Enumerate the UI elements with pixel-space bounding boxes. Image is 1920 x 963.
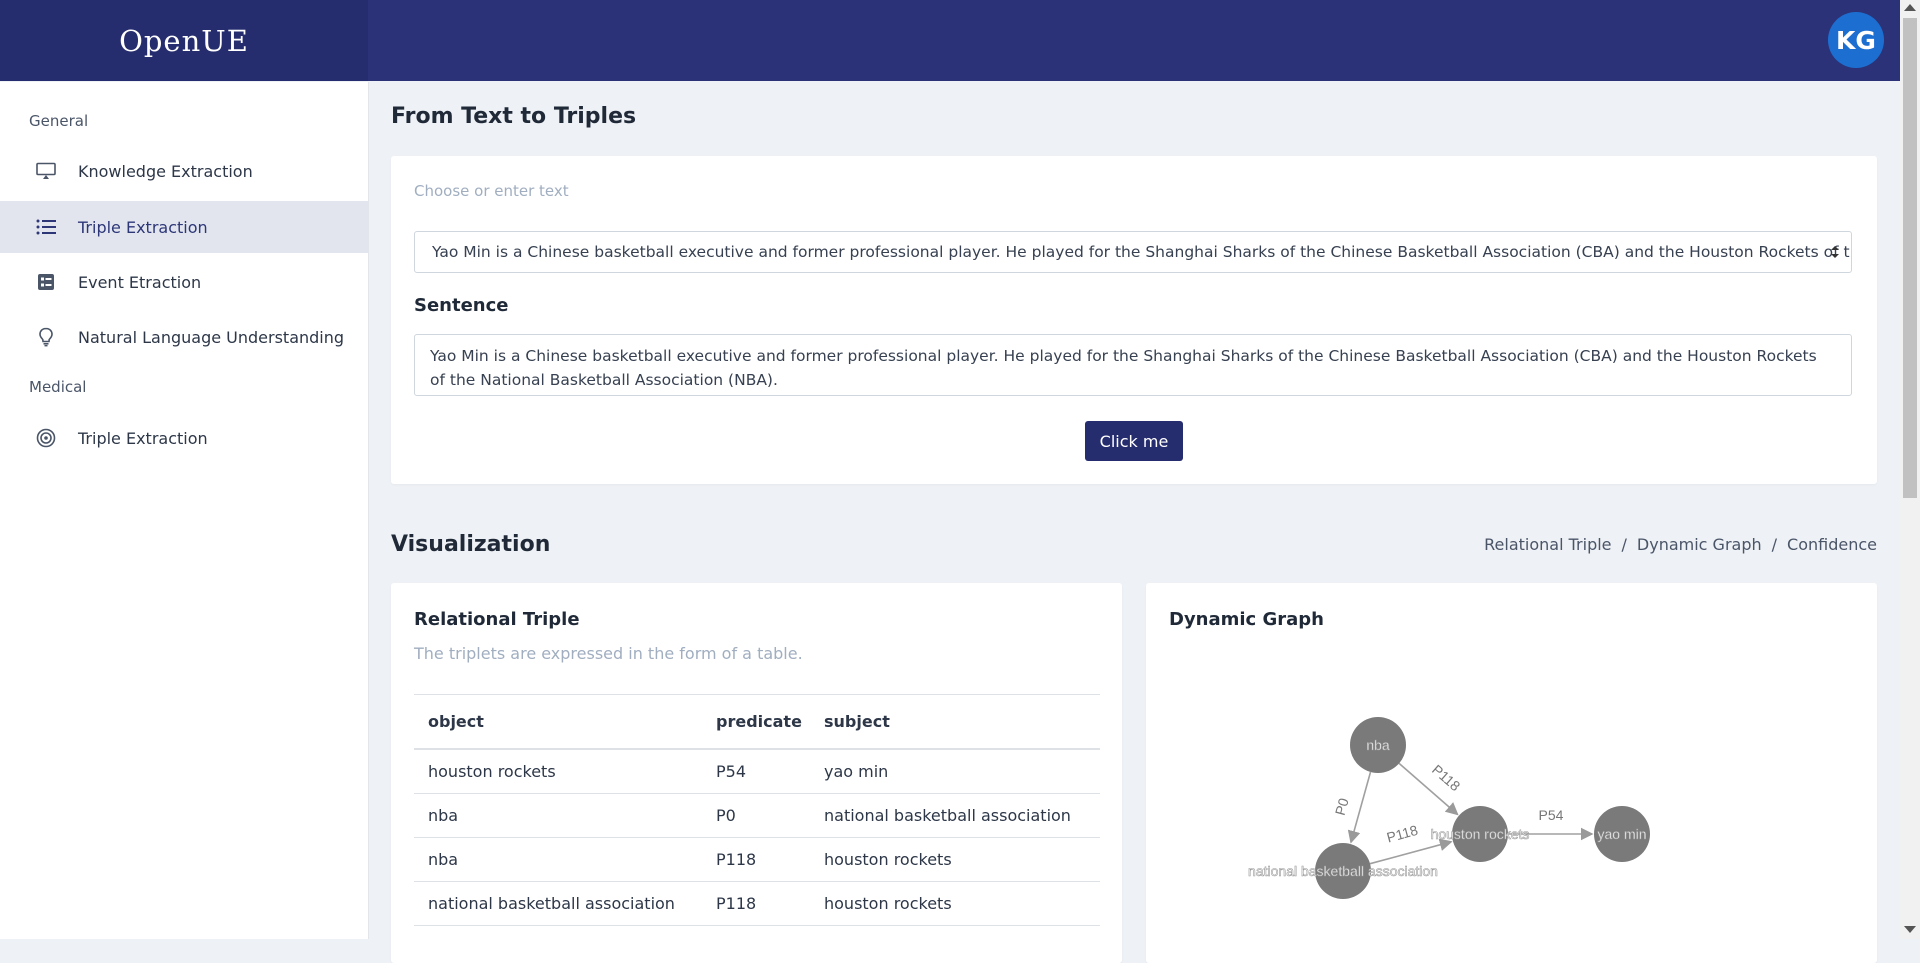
column-header-predicate[interactable]: predicate xyxy=(702,694,810,750)
app-logo[interactable]: OpenUE xyxy=(0,0,368,81)
breadcrumb-separator: / xyxy=(1621,535,1627,554)
page-title: From Text to Triples xyxy=(391,104,637,129)
sentence-textarea[interactable]: Yao Min is a Chinese basketball executiv… xyxy=(414,334,1852,396)
column-header-subject[interactable]: subject xyxy=(810,694,1100,750)
cell-subject: national basketball association xyxy=(810,793,1100,838)
table-row: houston rockets P54 yao min xyxy=(414,749,1100,794)
cell-object: national basketball association xyxy=(414,881,702,926)
list-icon xyxy=(36,217,56,237)
cell-predicate: P118 xyxy=(702,837,810,882)
monitor-icon xyxy=(36,161,56,181)
graph-node-label: houston rockets xyxy=(1431,826,1530,842)
cell-object: nba xyxy=(414,793,702,838)
sidebar-item-label: Knowledge Extraction xyxy=(78,161,253,181)
sidebar-item-medical-triple-extraction[interactable]: Triple Extraction xyxy=(0,412,368,464)
breadcrumb-relational-triple[interactable]: Relational Triple xyxy=(1484,535,1611,554)
column-header-object[interactable]: object xyxy=(414,694,702,750)
cell-subject: yao min xyxy=(810,749,1100,794)
sidebar-item-label: Triple Extraction xyxy=(78,428,208,448)
select-arrows-icon xyxy=(1831,246,1839,258)
cell-predicate: P54 xyxy=(702,749,810,794)
dynamic-graph-title: Dynamic Graph xyxy=(1169,609,1324,630)
cell-object: houston rockets xyxy=(414,749,702,794)
sidebar-item-label: Event Etraction xyxy=(78,272,202,292)
cell-subject: houston rockets xyxy=(810,881,1100,926)
dynamic-graph-canvas[interactable]: P0 P118 P118 P54 nba national basketball ass… xyxy=(1145,660,1875,939)
table-header-row: object predicate subject xyxy=(414,694,1100,750)
cell-subject: houston rockets xyxy=(810,837,1100,882)
relational-triple-title: Relational Triple xyxy=(414,609,580,630)
sidebar-section-general: General xyxy=(29,112,89,130)
breadcrumb-confidence[interactable]: Confidence xyxy=(1787,535,1877,554)
graph-node-label: yao min xyxy=(1597,826,1646,842)
graph-edge xyxy=(1347,771,1372,844)
cell-predicate: P118 xyxy=(702,881,810,926)
scrollbar-thumb[interactable] xyxy=(1903,18,1917,498)
table-row: national basketball association P118 hou… xyxy=(414,881,1100,926)
visualization-title: Visualization xyxy=(391,532,551,557)
scroll-up-arrow-icon[interactable] xyxy=(1904,4,1916,11)
sidebar-item-triple-extraction[interactable]: Triple Extraction xyxy=(0,201,368,253)
table-row: nba P0 national basketball association xyxy=(414,793,1100,838)
cell-object: nba xyxy=(414,837,702,882)
text-select[interactable]: Yao Min is a Chinese basketball executiv… xyxy=(414,231,1852,273)
sidebar-item-nlu[interactable]: Natural Language Understanding xyxy=(0,311,368,363)
lightbulb-icon xyxy=(36,327,56,347)
sidebar-section-medical: Medical xyxy=(29,378,87,396)
graph-edge-label: P0 xyxy=(1332,796,1352,817)
breadcrumb-dynamic-graph[interactable]: Dynamic Graph xyxy=(1637,535,1762,554)
user-avatar[interactable]: KG xyxy=(1828,12,1884,68)
target-icon xyxy=(36,428,56,448)
relational-triple-subtitle: The triplets are expressed in the form o… xyxy=(414,644,803,663)
table-row: nba P118 houston rockets xyxy=(414,837,1100,882)
sidebar-item-event-extraction[interactable]: Event Etraction xyxy=(0,256,368,308)
breadcrumb-separator: / xyxy=(1771,535,1778,554)
checklist-icon xyxy=(36,272,56,292)
scroll-down-arrow-icon[interactable] xyxy=(1904,926,1916,933)
graph-edge-label: P118 xyxy=(1385,822,1420,846)
graph-edge-label: P118 xyxy=(1429,761,1464,794)
sentence-label: Sentence xyxy=(414,295,509,316)
cell-predicate: P0 xyxy=(702,793,810,838)
sidebar-item-label: Triple Extraction xyxy=(78,217,208,237)
sidebar-item-knowledge-extraction[interactable]: Knowledge Extraction xyxy=(0,145,368,197)
graph-edge-label: P54 xyxy=(1539,807,1564,823)
submit-button[interactable]: Click me xyxy=(1085,421,1183,461)
graph-node-label: national basketball association xyxy=(1248,863,1438,879)
breadcrumb: Relational Triple / Dynamic Graph / Conf… xyxy=(1484,535,1877,554)
sidebar-item-label: Natural Language Understanding xyxy=(78,327,345,347)
graph-node-label: nba xyxy=(1366,737,1390,753)
choose-text-label: Choose or enter text xyxy=(414,182,569,200)
graph-edge xyxy=(1369,838,1453,865)
triples-table: object predicate subject houston rockets… xyxy=(414,694,1100,926)
